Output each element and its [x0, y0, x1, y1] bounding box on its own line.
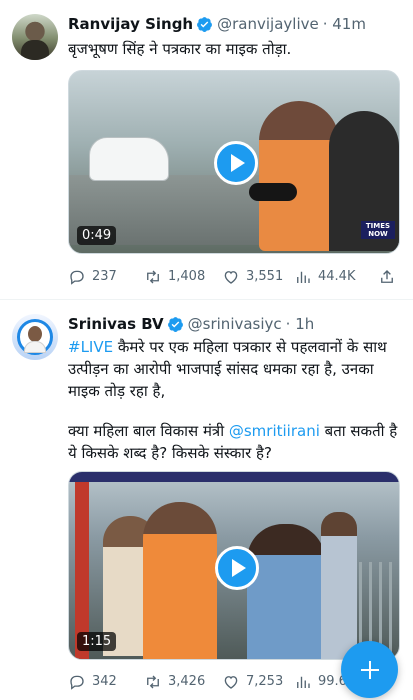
mention-link[interactable]: @smritiirani [229, 422, 320, 440]
like-count: 7,253 [246, 674, 284, 689]
heart-icon [224, 271, 238, 284]
author-name[interactable]: Srinivas BV [68, 314, 164, 334]
reply-count: 237 [92, 269, 117, 284]
tweet-video[interactable]: TIMES NOW 0:49 [68, 70, 400, 254]
share-button[interactable] [378, 266, 396, 288]
like-count: 3,551 [246, 269, 284, 284]
tweet-timestamp[interactable]: · 1h [286, 314, 315, 334]
views-count: 44.4K [318, 269, 356, 284]
play-icon [232, 559, 246, 577]
retweet-icon [147, 675, 159, 689]
reply-icon [70, 675, 84, 690]
video-duration: 1:15 [77, 632, 117, 651]
author-handle[interactable]: @ranvijaylive [217, 14, 319, 34]
tweet-ranvijay-singh[interactable]: Ranvijay Singh @ranvijaylive · 41m बृजभू… [0, 0, 413, 299]
avatar[interactable] [12, 14, 58, 60]
reply-button[interactable]: 237 [68, 266, 117, 288]
tweet-text-line: ये किसके शब्द है? किसके संस्कार है? [68, 444, 272, 462]
play-button[interactable] [215, 546, 259, 590]
avatar[interactable] [12, 314, 58, 360]
tweet-header: Ranvijay Singh @ranvijaylive · 41m [68, 14, 366, 34]
tweet-text-line: उत्पीड़न का आरोपी भाजपाई सांसद धमका रहा … [68, 360, 374, 378]
tweet-video[interactable]: 1:15 [68, 471, 400, 660]
retweet-count: 3,426 [168, 674, 206, 689]
tweet-header: Srinivas BV @srinivasiyc · 1h [68, 314, 314, 334]
play-icon [231, 154, 245, 172]
tweet-text-line: क्या महिला बाल विकास मंत्री [68, 422, 229, 440]
views-bar-chart-icon [297, 271, 310, 283]
video-duration: 0:49 [77, 226, 117, 245]
like-button[interactable]: 3,551 [222, 266, 283, 288]
tweet-text: #LIVE कैमरे पर एक महिला पत्रकार से पहलवा… [68, 336, 408, 358]
views-bar-chart-icon [297, 676, 310, 688]
author-handle[interactable]: @srinivasiyc [188, 314, 282, 334]
views-button[interactable]: 99.6 [294, 671, 347, 693]
tweet-text: बृजभूषण सिंह ने पत्रकार का माइक तोड़ा. [68, 40, 292, 58]
reply-count: 342 [92, 674, 117, 689]
tweet-text-line: बता सकती है [319, 422, 398, 440]
tweet-text-line: माइक तोड़ रहा है, [68, 382, 166, 400]
tweet-actions: 237 1,408 3,551 44.4K [68, 266, 398, 288]
verified-badge-icon [197, 16, 213, 32]
share-icon [381, 270, 393, 283]
verified-badge-icon [167, 316, 183, 332]
tweet-text: क्या महिला बाल विकास मंत्री @smritiirani… [68, 420, 408, 442]
author-name[interactable]: Ranvijay Singh [68, 14, 193, 34]
play-button[interactable] [214, 141, 258, 185]
tweet-timestamp[interactable]: · 41m [323, 14, 366, 34]
retweet-icon [147, 270, 159, 284]
plus-icon [360, 660, 379, 679]
views-button[interactable]: 44.4K [294, 266, 355, 288]
retweet-button[interactable]: 1,408 [144, 266, 205, 288]
tweet-text-line: कैमरे पर एक महिला पत्रकार से पहलवानों के… [113, 338, 387, 356]
retweet-count: 1,408 [168, 269, 206, 284]
retweet-button[interactable]: 3,426 [144, 671, 205, 693]
channel-logo: TIMES NOW [361, 221, 395, 239]
compose-tweet-button[interactable] [341, 641, 398, 698]
heart-icon [224, 676, 238, 689]
reply-button[interactable]: 342 [68, 671, 117, 693]
hashtag-link[interactable]: #LIVE [68, 338, 113, 356]
reply-icon [70, 270, 84, 285]
like-button[interactable]: 7,253 [222, 671, 283, 693]
